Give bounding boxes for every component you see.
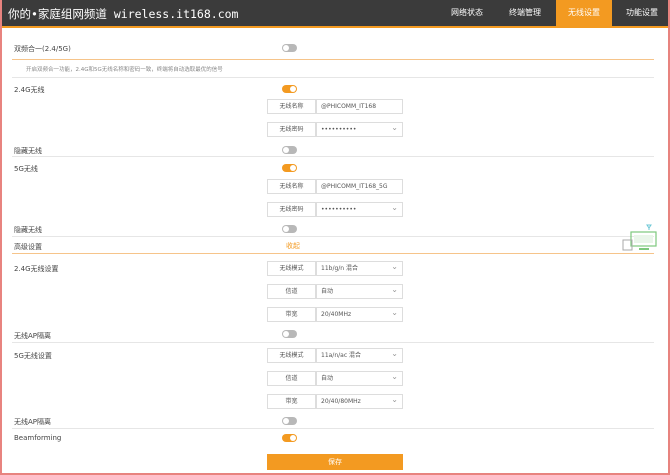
window-frame: [0, 0, 670, 475]
